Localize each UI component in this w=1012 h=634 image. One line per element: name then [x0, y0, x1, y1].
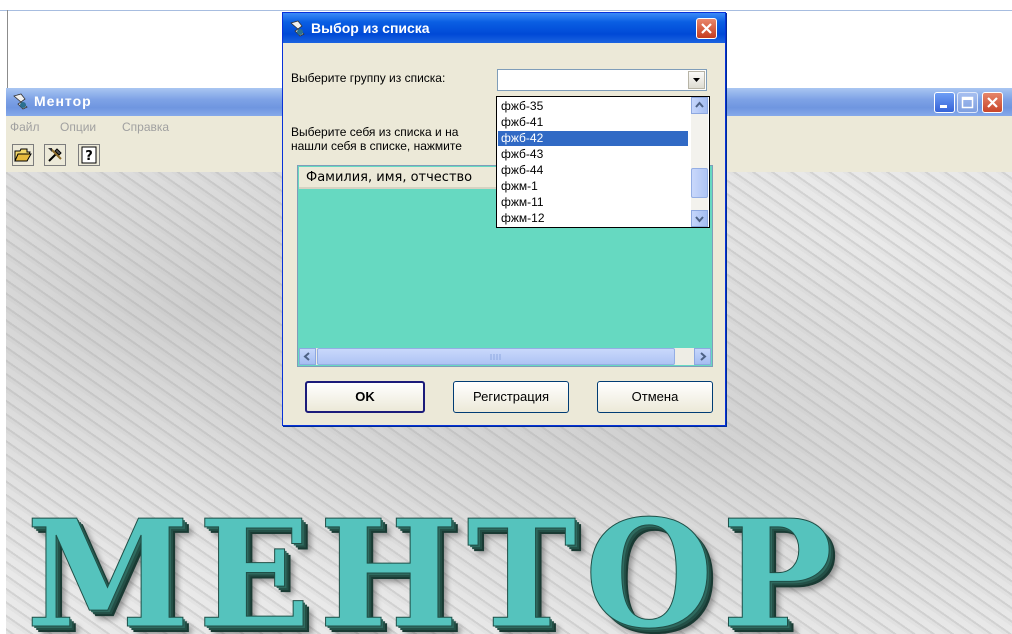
- instruction-line: нашли себя в списке, нажмите: [291, 139, 462, 153]
- dropdown-option[interactable]: фжб-44: [498, 163, 688, 178]
- menu-file[interactable]: Файл: [10, 120, 40, 134]
- chevron-down-icon: [695, 216, 704, 223]
- chevron-left-icon: [303, 352, 310, 361]
- chevron-down-icon: [693, 78, 700, 82]
- grip-icon: [490, 354, 501, 360]
- horizontal-scrollbar[interactable]: [299, 348, 711, 365]
- group-combobox[interactable]: [497, 69, 707, 91]
- vertical-scrollbar[interactable]: [691, 97, 708, 227]
- svg-text:?: ?: [85, 149, 93, 164]
- main-window-title: Ментор: [34, 93, 92, 109]
- dropdown-option[interactable]: фжб-43: [498, 147, 688, 162]
- chevron-up-icon: [695, 101, 704, 108]
- scroll-down-button[interactable]: [691, 210, 708, 227]
- instruction-line: Выберите себя из списка и на: [291, 125, 459, 139]
- dialog-title-bar[interactable]: Выбор из списка: [283, 13, 725, 43]
- scroll-thumb[interactable]: [317, 348, 675, 365]
- group-label: Выберите группу из списка:: [291, 71, 446, 85]
- open-button[interactable]: [12, 144, 34, 166]
- help-button[interactable]: ?: [78, 144, 100, 166]
- cancel-button[interactable]: Отмена: [597, 381, 713, 413]
- dialog-title: Выбор из списка: [311, 20, 430, 36]
- tools-icon: [48, 148, 62, 162]
- divider: [0, 10, 1012, 11]
- menu-help[interactable]: Справка: [122, 120, 169, 134]
- scroll-right-button[interactable]: [694, 348, 711, 365]
- dropdown-option[interactable]: фжб-41: [498, 115, 688, 130]
- scroll-thumb[interactable]: [691, 168, 708, 198]
- scroll-up-button[interactable]: [691, 97, 708, 114]
- register-button[interactable]: Регистрация: [453, 381, 569, 413]
- minimize-button[interactable]: [934, 92, 955, 113]
- ok-button[interactable]: OK: [305, 381, 425, 413]
- maximize-button[interactable]: [957, 92, 978, 113]
- column-header-full-name[interactable]: Фамилия, имя, отчество: [299, 167, 499, 189]
- group-dropdown-list[interactable]: фжб-35 фжб-41 фжб-42 фжб-43 фжб-44 фжм-1…: [496, 96, 710, 228]
- minimize-icon: [940, 105, 947, 108]
- scroll-left-button[interactable]: [299, 348, 316, 365]
- combobox-dropdown-button[interactable]: [688, 71, 705, 89]
- tools-button[interactable]: [44, 144, 66, 166]
- app-logo-icon: [13, 93, 28, 110]
- app-logo-icon: [290, 20, 305, 37]
- close-icon: [701, 23, 712, 34]
- chevron-right-icon: [700, 352, 707, 361]
- instruction-text: Выберите себя из списка и на нашли себя …: [291, 125, 462, 153]
- close-icon: [987, 97, 998, 108]
- dropdown-option[interactable]: фжб-35: [498, 99, 688, 114]
- close-button[interactable]: [982, 92, 1003, 113]
- dropdown-option-selected[interactable]: фжб-42: [498, 131, 688, 146]
- dropdown-option[interactable]: фжм-1: [498, 179, 688, 194]
- open-folder-icon: [14, 148, 32, 162]
- maximize-icon: [961, 96, 974, 109]
- dialog-close-button[interactable]: [696, 18, 717, 39]
- mentor-logo: МЕНТОР: [26, 487, 841, 634]
- divider: [7, 10, 8, 88]
- help-icon: ?: [81, 146, 97, 164]
- menu-options[interactable]: Опции: [60, 120, 96, 134]
- dropdown-option[interactable]: фжм-11: [498, 195, 688, 210]
- dropdown-option[interactable]: фжм-12: [498, 211, 688, 226]
